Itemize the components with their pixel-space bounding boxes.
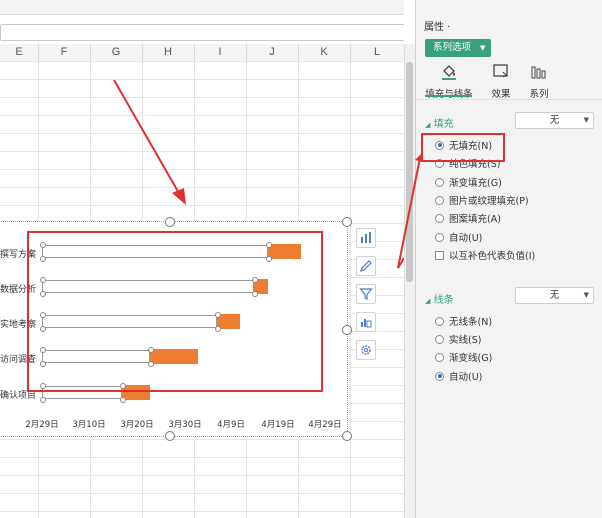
option-label: 自动(U) (449, 233, 483, 244)
radio-button[interactable] (435, 195, 444, 205)
line-section-header[interactable]: ◢ 线条 (425, 291, 454, 306)
tab-effects-label: 效果 (491, 89, 511, 100)
spreadsheet-area[interactable]: E F G H I J K L 撰写方案 数据分析 实地考察 访问调查 确认项目… (0, 0, 404, 518)
option-label: 图案填充(A) (449, 214, 501, 225)
radio-button[interactable] (435, 177, 444, 187)
arrow-line (397, 157, 421, 269)
radio-solid-line[interactable]: 实线(S) (435, 332, 481, 346)
fill-section-label: 填充 (433, 119, 454, 130)
radio-auto-fill[interactable]: 自动(U) (435, 230, 482, 244)
option-label: 图片或纹理填充(P) (449, 196, 529, 207)
radio-button[interactable] (435, 316, 444, 326)
radio-gradient-line[interactable]: 渐变线(G) (435, 350, 492, 364)
effects-icon (493, 64, 508, 78)
checkbox[interactable] (435, 250, 444, 260)
radio-button[interactable] (435, 352, 444, 362)
tab-fill-and-line-label: 填充与线条 (425, 86, 473, 100)
paint-bucket-icon (442, 65, 456, 80)
radio-picture-fill[interactable]: 图片或纹理填充(P) (435, 193, 529, 207)
option-label: 渐变线(G) (449, 353, 493, 364)
active-tab-indicator (425, 95, 472, 97)
annotation-arrow-pane (397, 152, 423, 269)
fill-dropdown[interactable]: 无 ▼ (515, 112, 594, 129)
radio-button[interactable] (435, 334, 444, 344)
radio-auto-line[interactable]: 自动(U) (435, 369, 482, 383)
radio-no-line[interactable]: 无线条(N) (435, 314, 492, 328)
chevron-down-icon: ▼ (480, 44, 486, 52)
highlight-box-no-fill (421, 133, 505, 162)
checkbox-invert-negative[interactable]: 以互补色代表负值(I) (435, 248, 535, 262)
fill-dropdown-value: 无 (549, 115, 560, 126)
collapse-triangle-icon: ◢ (425, 297, 431, 305)
tab-effects[interactable]: 效果 (483, 63, 519, 100)
annotation-arrows (113, 79, 404, 269)
series-options-tab[interactable]: 系列选项 ▼ (425, 39, 491, 57)
option-label: 实线(S) (449, 335, 482, 346)
arrow-head (415, 152, 423, 162)
option-label: 以互补色代表负值(I) (449, 251, 536, 262)
radio-button[interactable] (435, 232, 444, 242)
divider (415, 99, 602, 100)
radio-button[interactable] (435, 371, 444, 381)
arrow-to-chart (113, 79, 181, 196)
tab-series[interactable]: 系列 (521, 63, 557, 100)
option-label: 自动(U) (449, 372, 483, 383)
line-dropdown[interactable]: 无 ▼ (515, 287, 594, 304)
option-label: 无线条(N) (449, 317, 493, 328)
tab-series-label: 系列 (529, 89, 549, 100)
arrow-head-chart (172, 188, 186, 205)
bar-chart-icon (531, 66, 546, 79)
option-label: 渐变填充(G) (449, 178, 502, 189)
line-section-label: 线条 (433, 295, 454, 306)
radio-button[interactable] (435, 213, 444, 223)
radio-pattern-fill[interactable]: 图案填充(A) (435, 211, 501, 225)
chevron-down-icon: ▼ (583, 116, 589, 124)
chevron-down-icon: ▼ (583, 291, 589, 299)
radio-gradient-fill[interactable]: 渐变填充(G) (435, 175, 502, 189)
series-options-label: 系列选项 (433, 42, 472, 53)
line-dropdown-value: 无 (549, 290, 560, 301)
pane-title[interactable]: 属性 · (424, 18, 450, 33)
fill-section-header[interactable]: ◢ 填充 (425, 115, 454, 130)
collapse-triangle-icon: ◢ (425, 121, 431, 129)
